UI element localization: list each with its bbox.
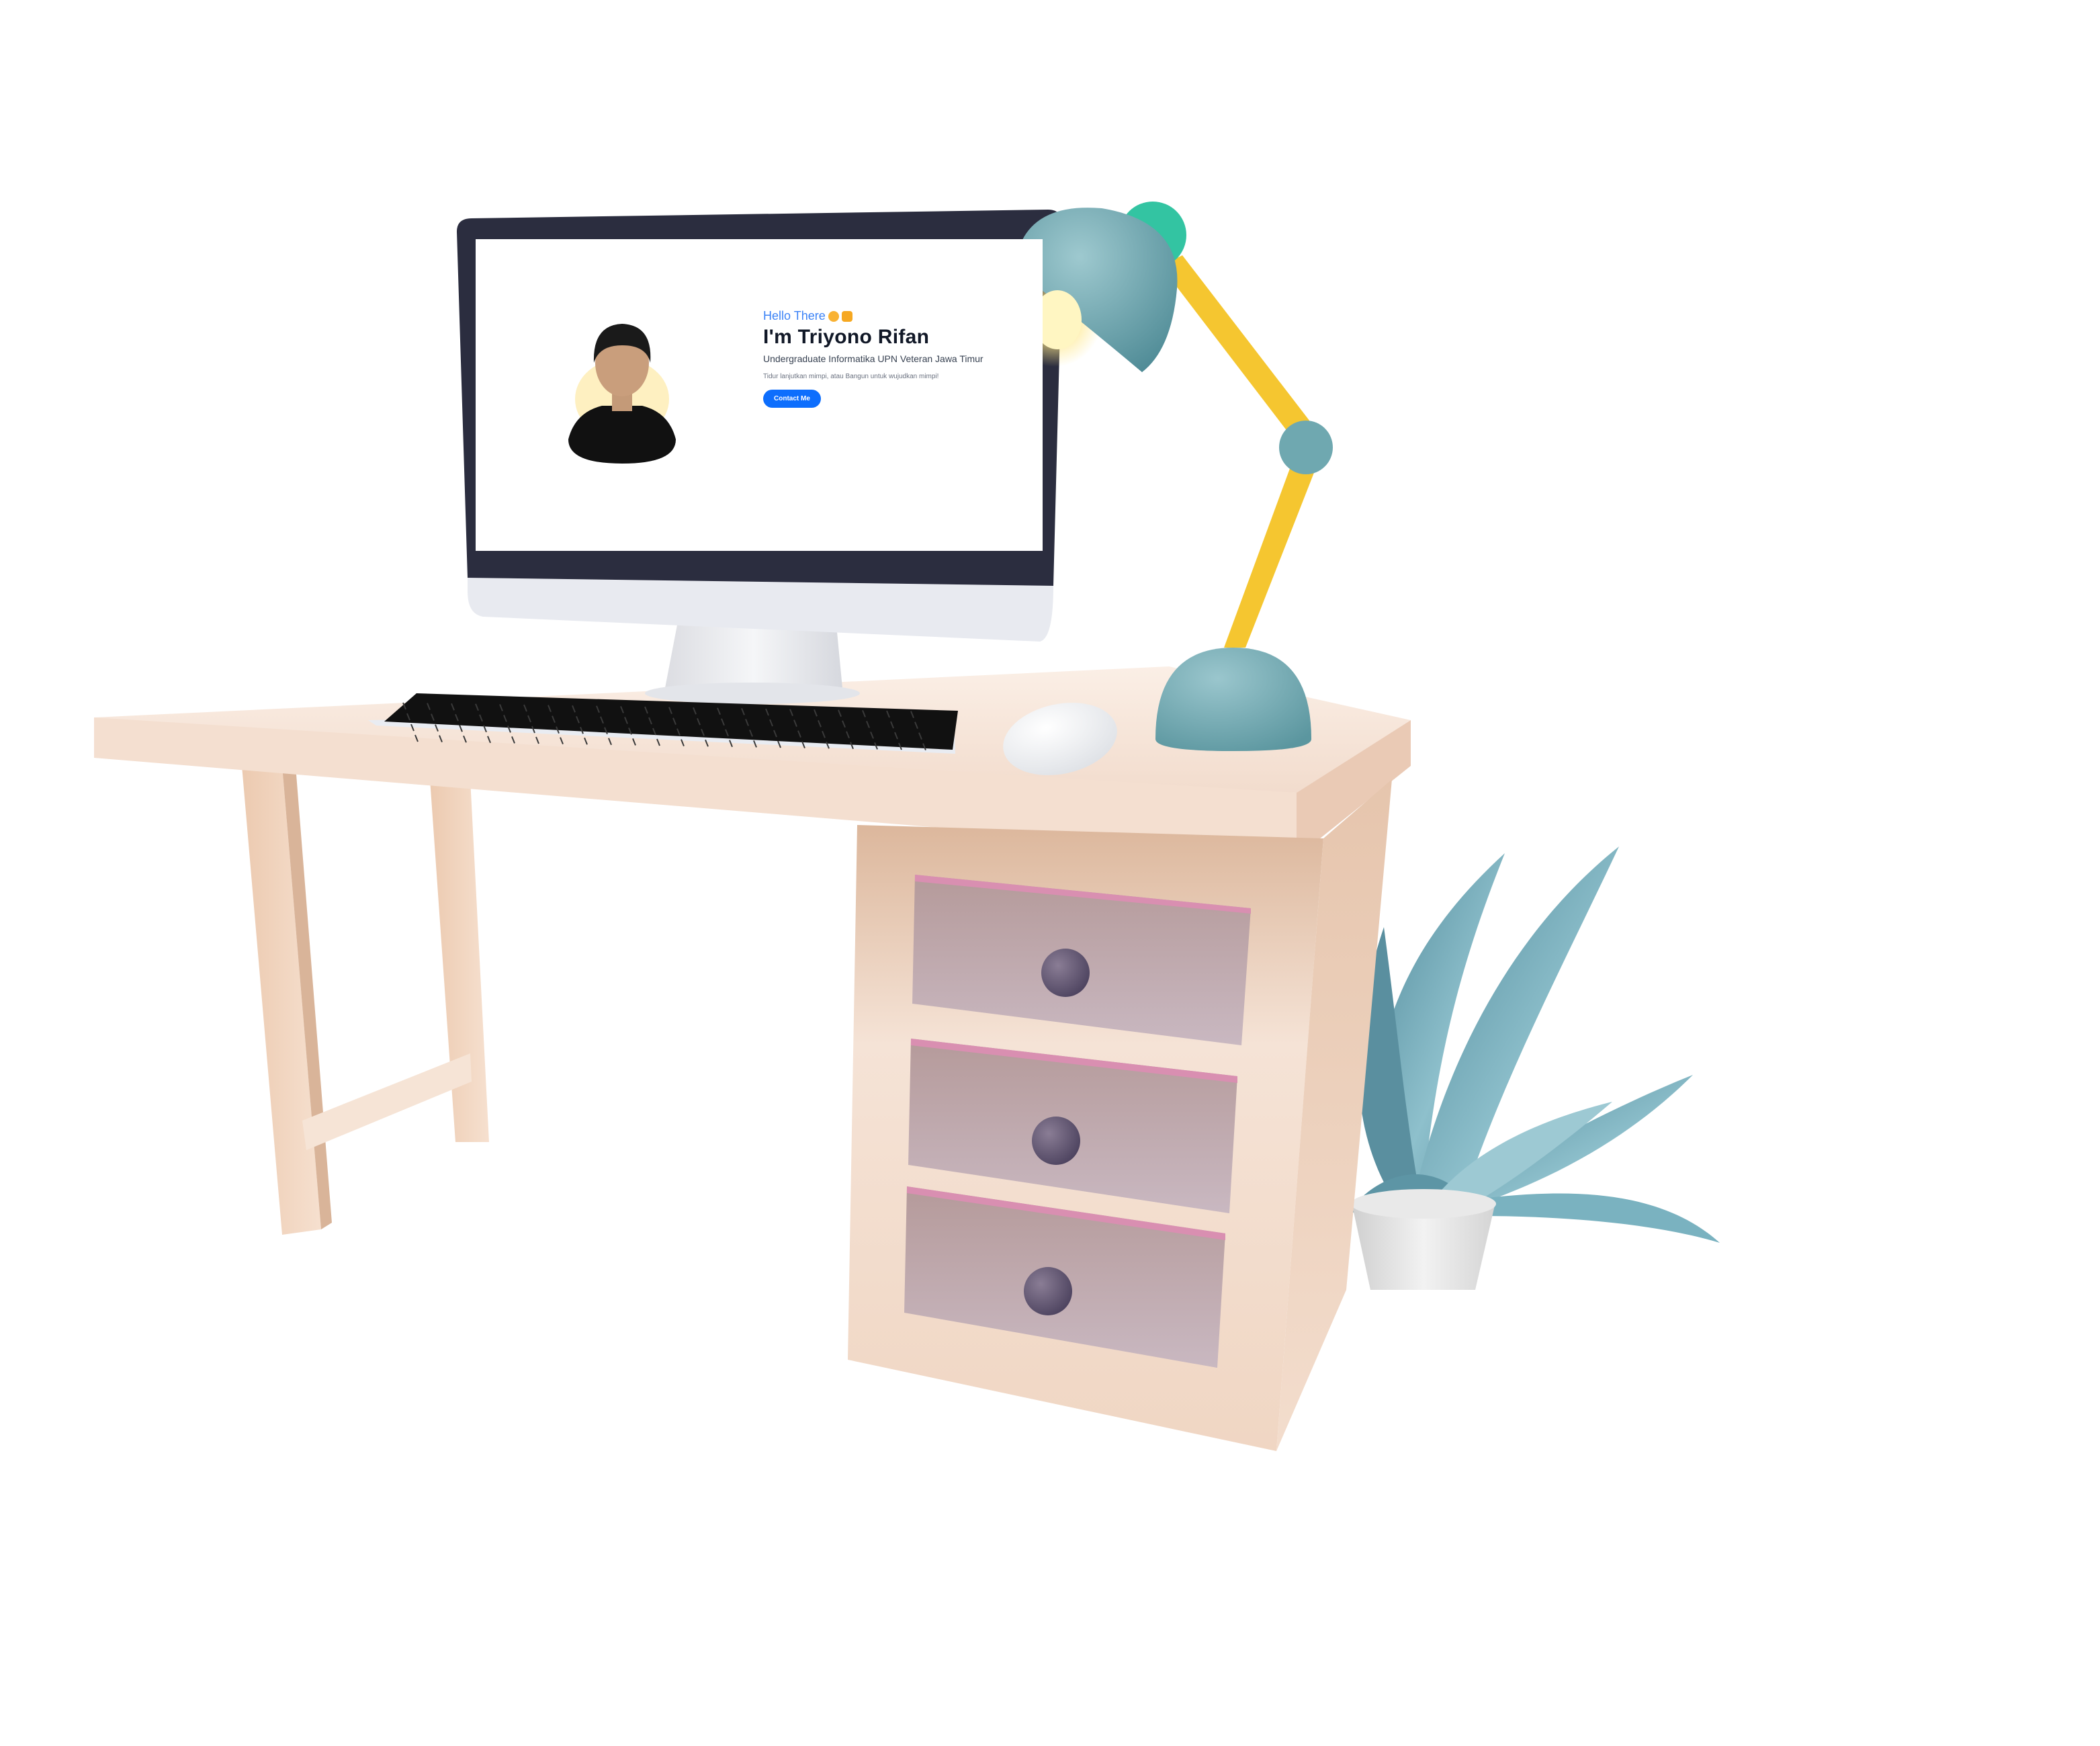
potted-plant [1350, 846, 1720, 1290]
monitor-screen: Hello There I'm Triyono Rifan Undergradu… [476, 239, 1043, 551]
greeting-line: Hello There [763, 309, 1005, 323]
hero-text: Hello There I'm Triyono Rifan Undergradu… [763, 309, 1005, 408]
heart-eyes-emoji-icon [828, 310, 839, 322]
house-emoji-icon [841, 310, 852, 322]
hero-name: I'm Triyono Rifan [763, 326, 930, 348]
profile-photo [555, 305, 689, 464]
desk-scene-illustration [94, 202, 1720, 1451]
greeting-text: Hello There [763, 309, 826, 322]
contact-me-button[interactable]: Contact Me [763, 390, 821, 408]
hero-subtitle: Undergraduate Informatika UPN Veteran Ja… [763, 353, 983, 364]
hero-quote: Tidur lanjutkan mimpi, atau Bangun untuk… [763, 373, 939, 380]
hero-section: Hello There I'm Triyono Rifan Undergradu… [476, 239, 1043, 551]
